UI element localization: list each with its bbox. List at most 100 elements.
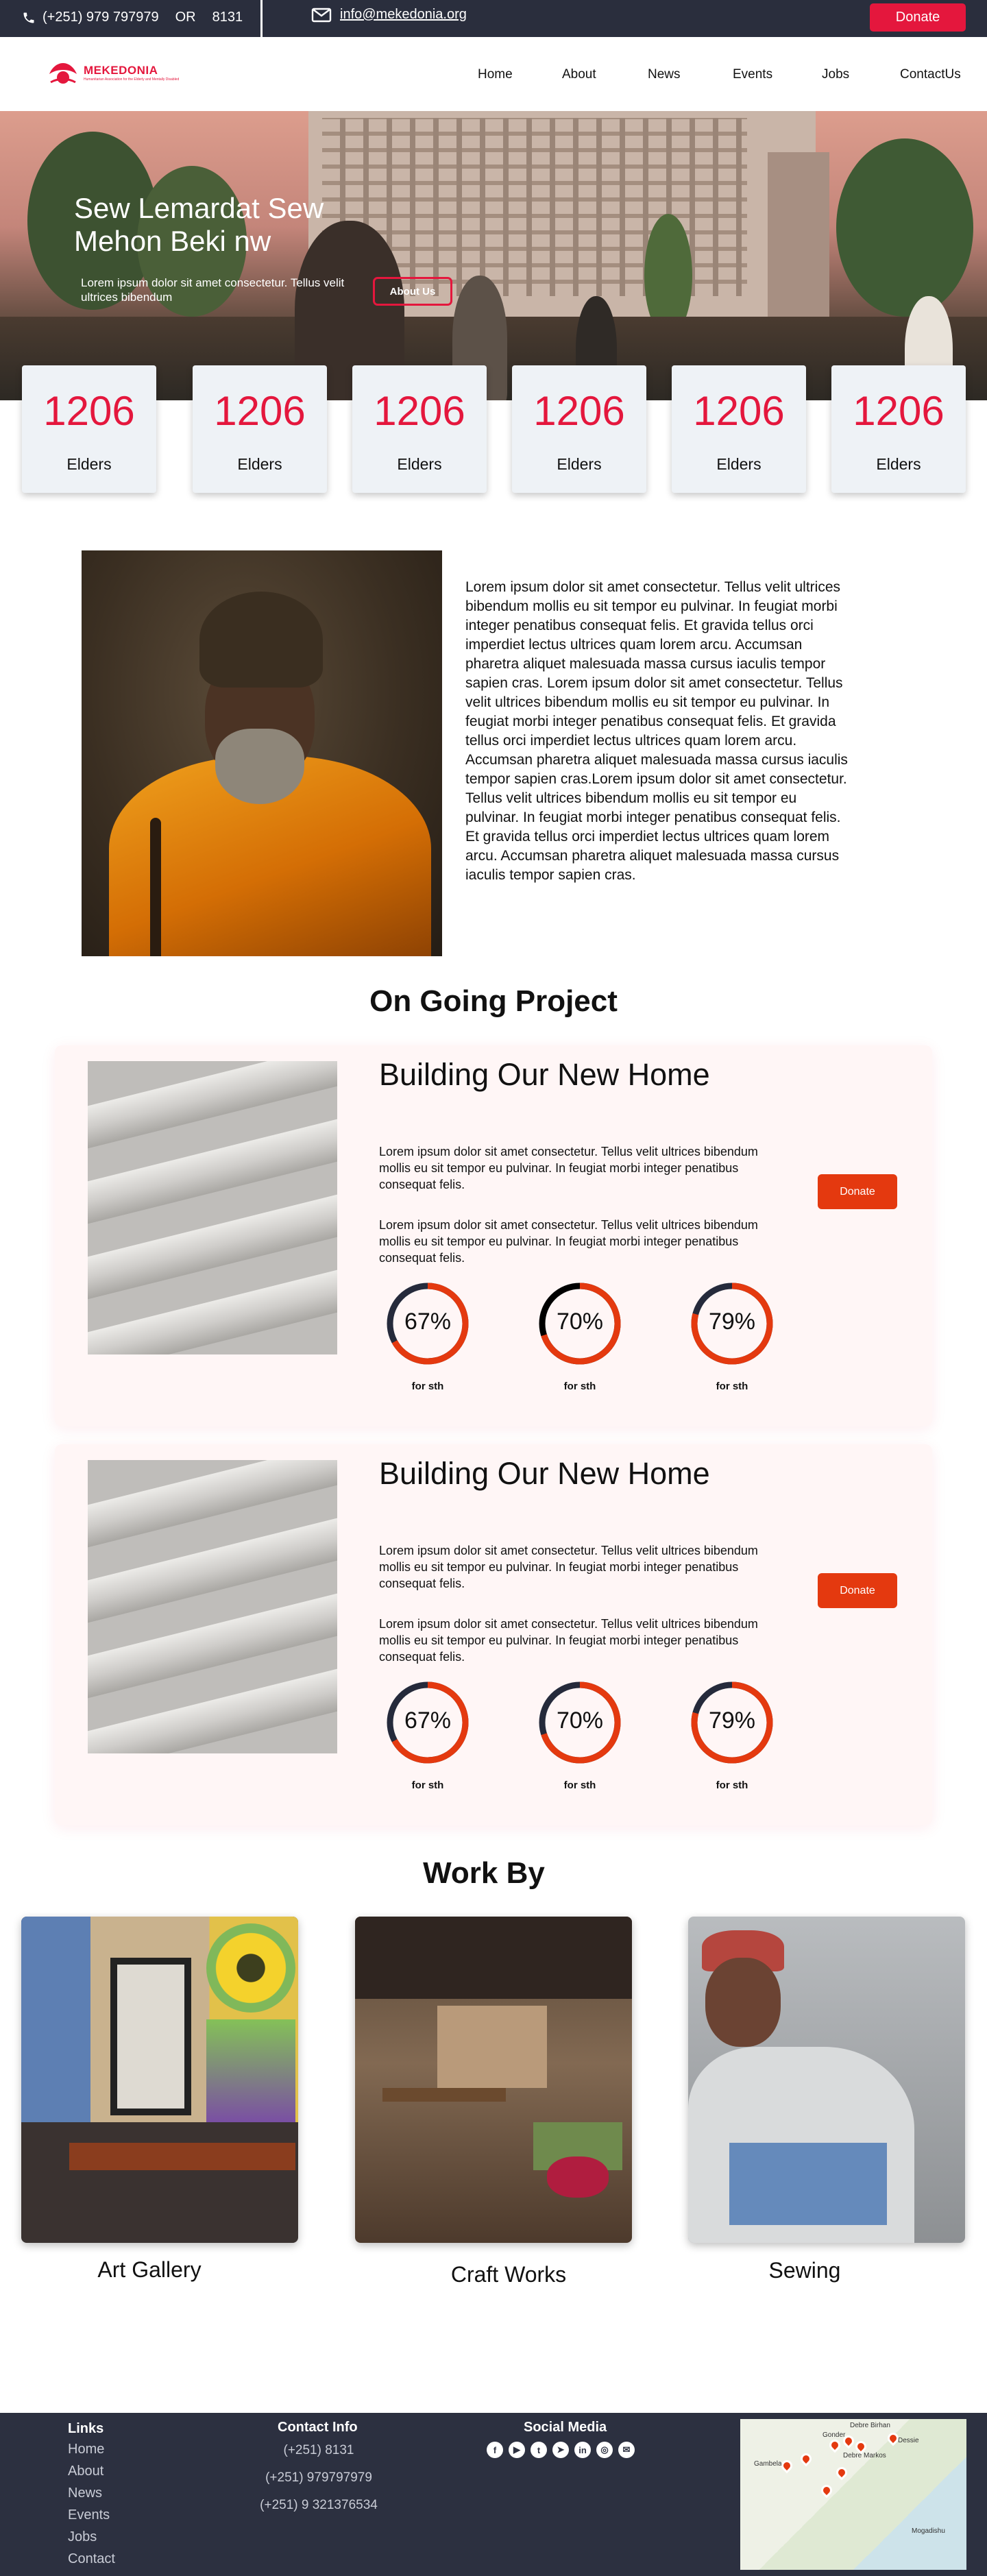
portrait-sketch <box>110 1958 191 2115</box>
sewing-image[interactable] <box>688 1917 965 2243</box>
project-card: Building Our New Home Lorem ipsum dolor … <box>55 1045 932 1426</box>
portrait-hat <box>199 592 323 688</box>
workshop-bench <box>382 2088 506 2102</box>
project-donate-button[interactable]: Donate <box>818 1573 897 1608</box>
portrait-cane <box>150 818 161 956</box>
progress-value: 79% <box>708 1708 756 1734</box>
stat-label: Elders <box>66 455 112 473</box>
location-map[interactable]: Debre Birhan Gonder Debre Markos Dessie … <box>740 2419 966 2570</box>
contact-number[interactable]: (+251) 9 321376534 <box>216 2498 422 2513</box>
contact-number[interactable]: (+251) 979797979 <box>216 2470 422 2486</box>
art-gallery-label: Art Gallery <box>97 2257 202 2282</box>
progress-ring: 70% <box>537 1281 622 1366</box>
map-label: Dessie <box>898 2437 919 2444</box>
progress-ring: 70% <box>537 1680 622 1765</box>
telegram-icon[interactable]: ➤ <box>552 2442 569 2458</box>
short-number[interactable]: 8131 <box>212 10 243 25</box>
project-title: Building Our New Home <box>379 1456 710 1491</box>
stat-number: 1206 <box>533 388 625 434</box>
footer-link-about[interactable]: About <box>68 2464 103 2479</box>
or-text: OR <box>175 10 196 25</box>
twitter-icon[interactable]: t <box>531 2442 547 2458</box>
progress-ring: 67% <box>385 1680 470 1765</box>
nav-events[interactable]: Events <box>733 67 772 82</box>
elder-portrait-image <box>82 550 442 956</box>
footer-link-contact[interactable]: Contact <box>68 2551 115 2567</box>
projects-heading: On Going Project <box>369 984 618 1018</box>
logo-text: MEKEDONIA <box>84 64 158 77</box>
stat-card: 1206 Elders <box>352 365 487 493</box>
footer-link-jobs[interactable]: Jobs <box>68 2529 97 2545</box>
art-gallery-image[interactable] <box>21 1917 298 2243</box>
project-paragraph: Lorem ipsum dolor sit amet consectetur. … <box>379 1218 758 1265</box>
hero-subtitle: Lorem ipsum dolor sit amet consectetur. … <box>81 276 345 304</box>
facebook-icon[interactable]: f <box>487 2442 503 2458</box>
workshop-roof <box>355 1917 632 1999</box>
stat-card: 1206 Elders <box>193 365 327 493</box>
sewing-label: Sewing <box>768 2258 841 2283</box>
progress-value: 79% <box>708 1309 756 1335</box>
project-title: Building Our New Home <box>379 1057 710 1092</box>
phone-icon <box>23 12 34 23</box>
stat-card: 1206 Elders <box>831 365 966 493</box>
stat-label: Elders <box>397 455 442 473</box>
progress-ring: 67% <box>385 1281 470 1366</box>
project-image <box>88 1061 337 1354</box>
hero-banner: Sew Lemardat Sew Mehon Beki nw Lorem ips… <box>0 111 987 400</box>
stat-label: Elders <box>557 455 602 473</box>
nav-jobs[interactable]: Jobs <box>822 67 849 82</box>
top-bar: (+251) 979 797979 OR 8131 info@mekedonia… <box>0 0 987 37</box>
nav-contact[interactable]: ContactUs <box>900 67 961 82</box>
progress-value: 67% <box>404 1708 452 1734</box>
project-card: Building Our New Home Lorem ipsum dolor … <box>55 1444 932 1825</box>
progress-label: for sth <box>563 1779 596 1791</box>
progress-value: 70% <box>556 1708 604 1734</box>
gallery-table <box>69 2143 295 2170</box>
phone-number[interactable]: (+251) 979 797979 <box>42 10 159 25</box>
hero-title: Sew Lemardat Sew Mehon Beki nw <box>74 192 324 257</box>
craft-works-label: Craft Works <box>450 2262 567 2287</box>
progress-label: for sth <box>563 1381 596 1392</box>
footer-link-home[interactable]: Home <box>68 2442 104 2457</box>
topbar-divider <box>260 0 263 37</box>
email-contact: info@mekedonia.org <box>311 7 467 23</box>
email-icon[interactable]: ✉ <box>618 2442 635 2458</box>
craft-works-image[interactable] <box>355 1917 632 2243</box>
topbar-donate-button[interactable]: Donate <box>870 3 966 32</box>
project-paragraph: Lorem ipsum dolor sit amet consectetur. … <box>379 1145 758 1191</box>
social-icons: f ▶ t ➤ in ◎ ✉ <box>487 2442 635 2458</box>
youtube-icon[interactable]: ▶ <box>509 2442 525 2458</box>
stat-label: Elders <box>716 455 761 473</box>
logo-mark-icon <box>49 63 77 84</box>
contact-heading: Contact Info <box>278 2420 358 2435</box>
logo[interactable]: MEKEDONIA Humanitarian Association for t… <box>47 59 179 86</box>
shirt-print <box>729 2143 887 2225</box>
project-donate-button[interactable]: Donate <box>818 1174 897 1209</box>
instagram-icon[interactable]: ◎ <box>596 2442 613 2458</box>
map-label: Gambela <box>754 2460 782 2468</box>
main-nav: MEKEDONIA Humanitarian Association for t… <box>0 37 987 111</box>
sewer-face <box>705 1958 781 2047</box>
email-link[interactable]: info@mekedonia.org <box>340 7 467 23</box>
progress-label: for sth <box>411 1779 444 1791</box>
project-paragraph: Lorem ipsum dolor sit amet consectetur. … <box>379 1617 758 1664</box>
stat-number: 1206 <box>214 388 306 434</box>
stat-card: 1206 Elders <box>22 365 156 493</box>
social-heading: Social Media <box>524 2420 607 2435</box>
contact-number[interactable]: (+251) 8131 <box>216 2443 422 2458</box>
footer-link-news[interactable]: News <box>68 2486 102 2501</box>
footer-link-events[interactable]: Events <box>68 2507 110 2523</box>
nav-about[interactable]: About <box>562 67 596 82</box>
about-us-button[interactable]: About Us <box>373 277 452 306</box>
hero-tree <box>836 138 973 317</box>
nav-news[interactable]: News <box>648 67 681 82</box>
stat-card: 1206 Elders <box>672 365 806 493</box>
nav-home[interactable]: Home <box>478 67 513 82</box>
about-text: Lorem ipsum dolor sit amet consectetur. … <box>465 579 848 883</box>
progress-value: 70% <box>556 1309 604 1335</box>
hero-building-side <box>768 152 829 344</box>
linkedin-icon[interactable]: in <box>574 2442 591 2458</box>
stat-number: 1206 <box>853 388 945 434</box>
stat-number: 1206 <box>43 388 135 434</box>
stat-label: Elders <box>876 455 921 473</box>
